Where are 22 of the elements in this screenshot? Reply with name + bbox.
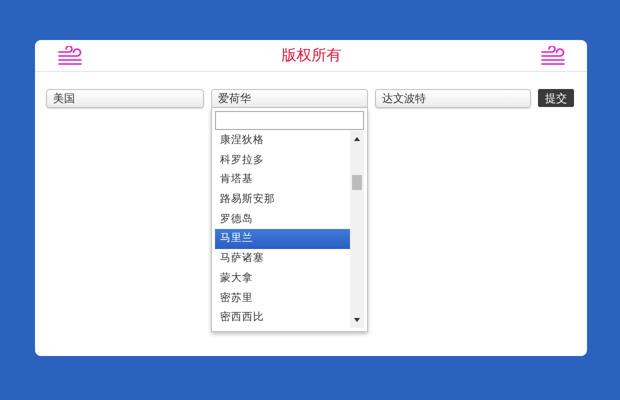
search-field[interactable] [215, 111, 364, 130]
dropdown-option[interactable]: 肯塔基 [215, 170, 350, 190]
dropdown-option[interactable]: 罗德岛 [215, 210, 350, 230]
dropdown-option[interactable]: 路易斯安那 [215, 190, 350, 210]
dropdown-option[interactable]: 康涅狄格 [215, 131, 350, 151]
wind-icon [540, 46, 566, 66]
dropdown-option[interactable]: 科罗拉多 [215, 150, 350, 170]
scrollbar-thumb[interactable] [352, 175, 362, 190]
dropdown-option[interactable]: 蒙大拿 [215, 268, 350, 288]
select-field[interactable]: 达文波特 [375, 89, 531, 108]
select-field[interactable]: 爱荷华 [211, 89, 368, 108]
wind-icon [57, 46, 83, 66]
dropdown-option[interactable]: 马里兰 [215, 229, 350, 250]
page-title: 版权所有 [282, 46, 342, 65]
dropdown-option[interactable]: 密西西比 [215, 308, 350, 328]
up-arrow-icon[interactable] [354, 137, 360, 141]
dropdown-option[interactable]: 马萨诸塞 [215, 249, 350, 269]
dropdown-option[interactable]: 密苏里 [215, 288, 350, 308]
down-arrow-icon[interactable] [354, 318, 360, 322]
select-field[interactable]: 美国 [46, 89, 204, 108]
submit-button[interactable]: 提交 [538, 89, 574, 107]
scrollbar[interactable] [350, 131, 364, 328]
